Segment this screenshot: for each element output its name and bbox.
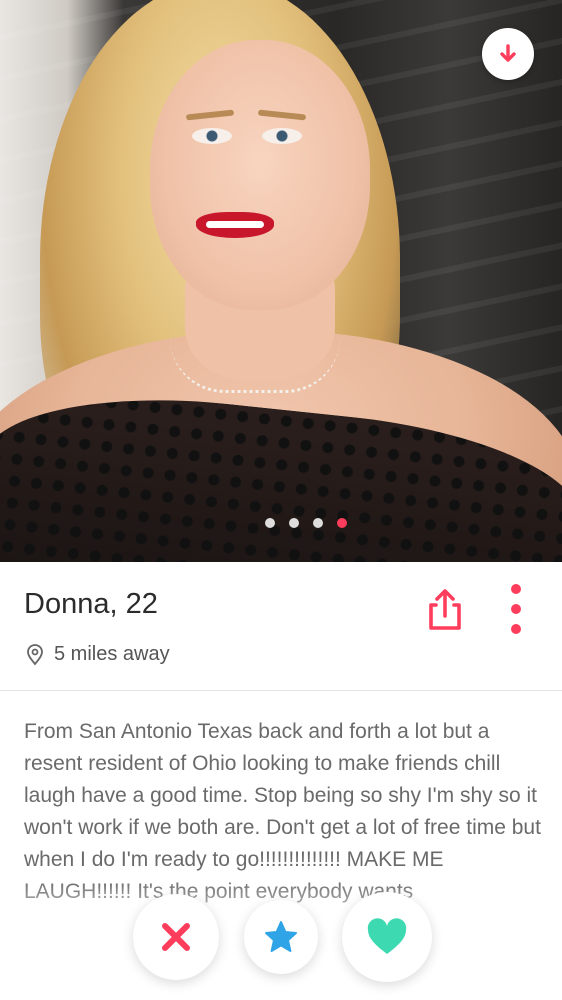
location-pin-icon: [27, 643, 43, 665]
close-icon: [162, 923, 190, 951]
arrow-down-icon: [500, 44, 516, 62]
photo-lips: [196, 212, 274, 238]
heart-icon: [367, 918, 407, 954]
divider: [0, 690, 562, 691]
share-button[interactable]: [422, 586, 468, 632]
photo-page-dot[interactable]: [313, 518, 323, 528]
nope-button[interactable]: [133, 894, 219, 980]
more-vertical-icon: [511, 584, 521, 594]
photo-page-dot[interactable]: [265, 518, 275, 528]
distance-row: 5 miles away: [26, 643, 170, 666]
photo-page-dot[interactable]: [337, 518, 347, 528]
star-icon: [265, 921, 297, 952]
super-like-button[interactable]: [244, 900, 318, 974]
photo-pagination: [0, 518, 562, 528]
profile-photo[interactable]: [0, 0, 562, 562]
like-button[interactable]: [342, 892, 432, 982]
photo-eye: [262, 128, 302, 144]
more-options-button[interactable]: [506, 584, 526, 634]
share-icon: [429, 589, 461, 630]
profile-name-age: Donna, 22: [24, 588, 158, 620]
distance-text: 5 miles away: [54, 643, 170, 665]
photo-face: [150, 40, 370, 310]
collapse-profile-button[interactable]: [482, 28, 534, 80]
photo-eye: [192, 128, 232, 144]
photo-page-dot[interactable]: [289, 518, 299, 528]
